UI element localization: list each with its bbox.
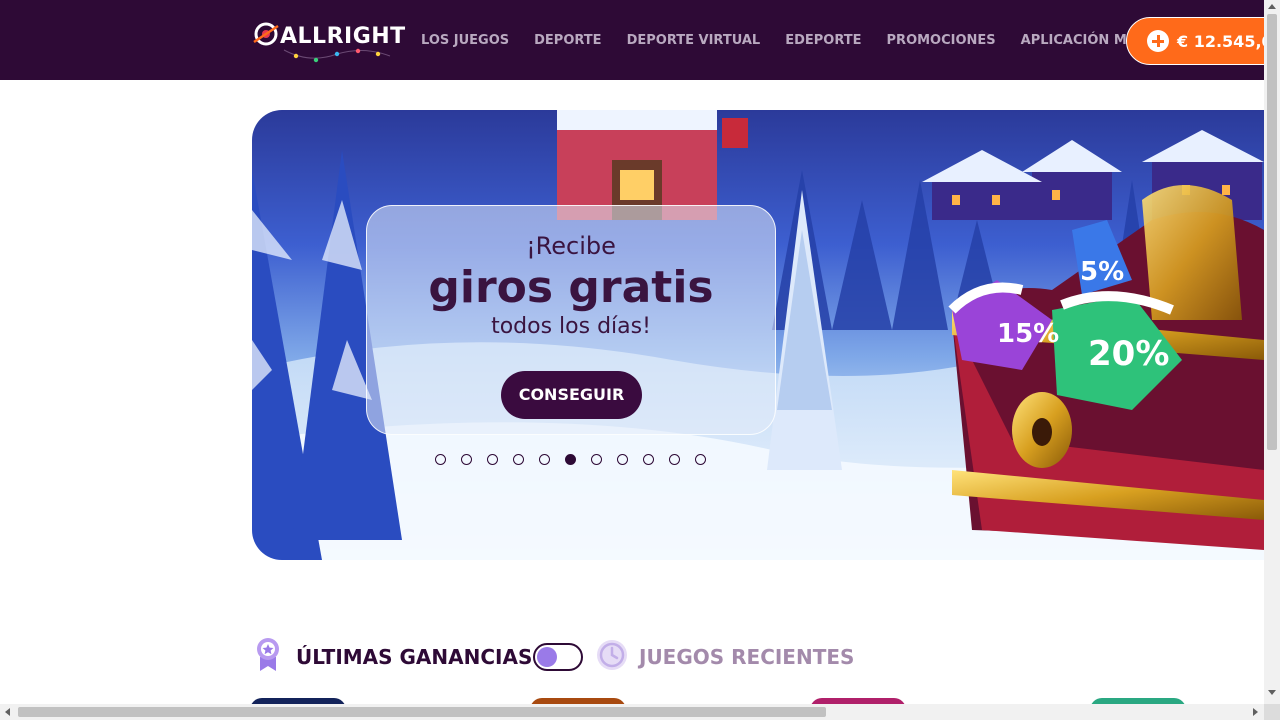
scrollbar-corner xyxy=(1264,704,1280,720)
carousel-dot[interactable] xyxy=(643,454,654,465)
garland-lights-icon xyxy=(283,48,391,63)
main-nav: LOS JUEGOS DEPORTE DEPORTE VIRTUAL EDEPO… xyxy=(421,33,1186,48)
scroll-right-arrow-icon[interactable] xyxy=(1253,708,1258,716)
nav-deporte-virtual[interactable]: DEPORTE VIRTUAL xyxy=(627,33,761,48)
carousel-dot[interactable] xyxy=(487,454,498,465)
svg-text:5%: 5% xyxy=(1080,257,1124,287)
svg-text:20%: 20% xyxy=(1088,334,1169,374)
plus-icon xyxy=(1147,30,1169,52)
carousel-dot[interactable] xyxy=(617,454,628,465)
promo-line-3: todos los días! xyxy=(491,314,651,339)
scroll-down-arrow-icon[interactable] xyxy=(1268,690,1276,695)
carousel-dot[interactable] xyxy=(565,454,576,465)
carousel-dot[interactable] xyxy=(591,454,602,465)
toggle-knob xyxy=(537,647,557,667)
section-toggle[interactable] xyxy=(533,643,583,671)
promo-headline: giros gratis xyxy=(428,262,714,313)
logo[interactable]: ALLRIGHT xyxy=(252,18,405,64)
carousel-dot[interactable] xyxy=(695,454,706,465)
conseguir-button[interactable]: CONSEGUIR xyxy=(501,371,642,419)
carousel-dot[interactable] xyxy=(435,454,446,465)
page: ALLRIGHT LOS JUEGOS DEPORTE DEPORTE VIRT… xyxy=(0,0,1280,720)
scroll-left-arrow-icon[interactable] xyxy=(5,708,10,716)
medal-icon xyxy=(257,638,279,671)
nav-los-juegos[interactable]: LOS JUEGOS xyxy=(421,33,509,48)
horizontal-scroll-thumb[interactable] xyxy=(18,707,826,717)
nav-edeporte[interactable]: EDEPORTE xyxy=(785,33,861,48)
promo-card: ¡Recibe giros gratis todos los días! CON… xyxy=(366,205,776,435)
vertical-scroll-thumb[interactable] xyxy=(1267,14,1277,450)
logo-text: ALLRIGHT xyxy=(280,24,406,49)
carousel-dot[interactable] xyxy=(461,454,472,465)
nav-promociones[interactable]: PROMOCIONES xyxy=(887,33,996,48)
vertical-scrollbar[interactable] xyxy=(1264,0,1280,720)
recent-games-title[interactable]: JUEGOS RECIENTES xyxy=(639,645,854,669)
carousel-dots xyxy=(435,454,721,465)
latest-wins-title[interactable]: ÚLTIMAS GANANCIAS xyxy=(296,645,532,669)
logo-ring-icon xyxy=(253,22,279,46)
treasure-chest-illustration: 5% 15% 20% xyxy=(948,185,1264,550)
horizontal-scrollbar[interactable] xyxy=(0,704,1264,720)
carousel-dot[interactable] xyxy=(669,454,680,465)
nav-deporte[interactable]: DEPORTE xyxy=(534,33,601,48)
carousel-dot[interactable] xyxy=(539,454,550,465)
svg-text:15%: 15% xyxy=(997,319,1059,349)
site-header: ALLRIGHT LOS JUEGOS DEPORTE DEPORTE VIRT… xyxy=(0,0,1280,80)
promo-banner[interactable]: 5% 15% 20% ¡Recibe giros gratis todos lo… xyxy=(252,110,1264,560)
promo-line-1: ¡Recibe xyxy=(526,232,616,260)
deposit-balance-button[interactable]: € 12.545,07 xyxy=(1126,17,1280,65)
clock-history-icon xyxy=(597,640,627,670)
carousel-dot[interactable] xyxy=(513,454,524,465)
scroll-up-arrow-icon[interactable] xyxy=(1268,4,1276,9)
